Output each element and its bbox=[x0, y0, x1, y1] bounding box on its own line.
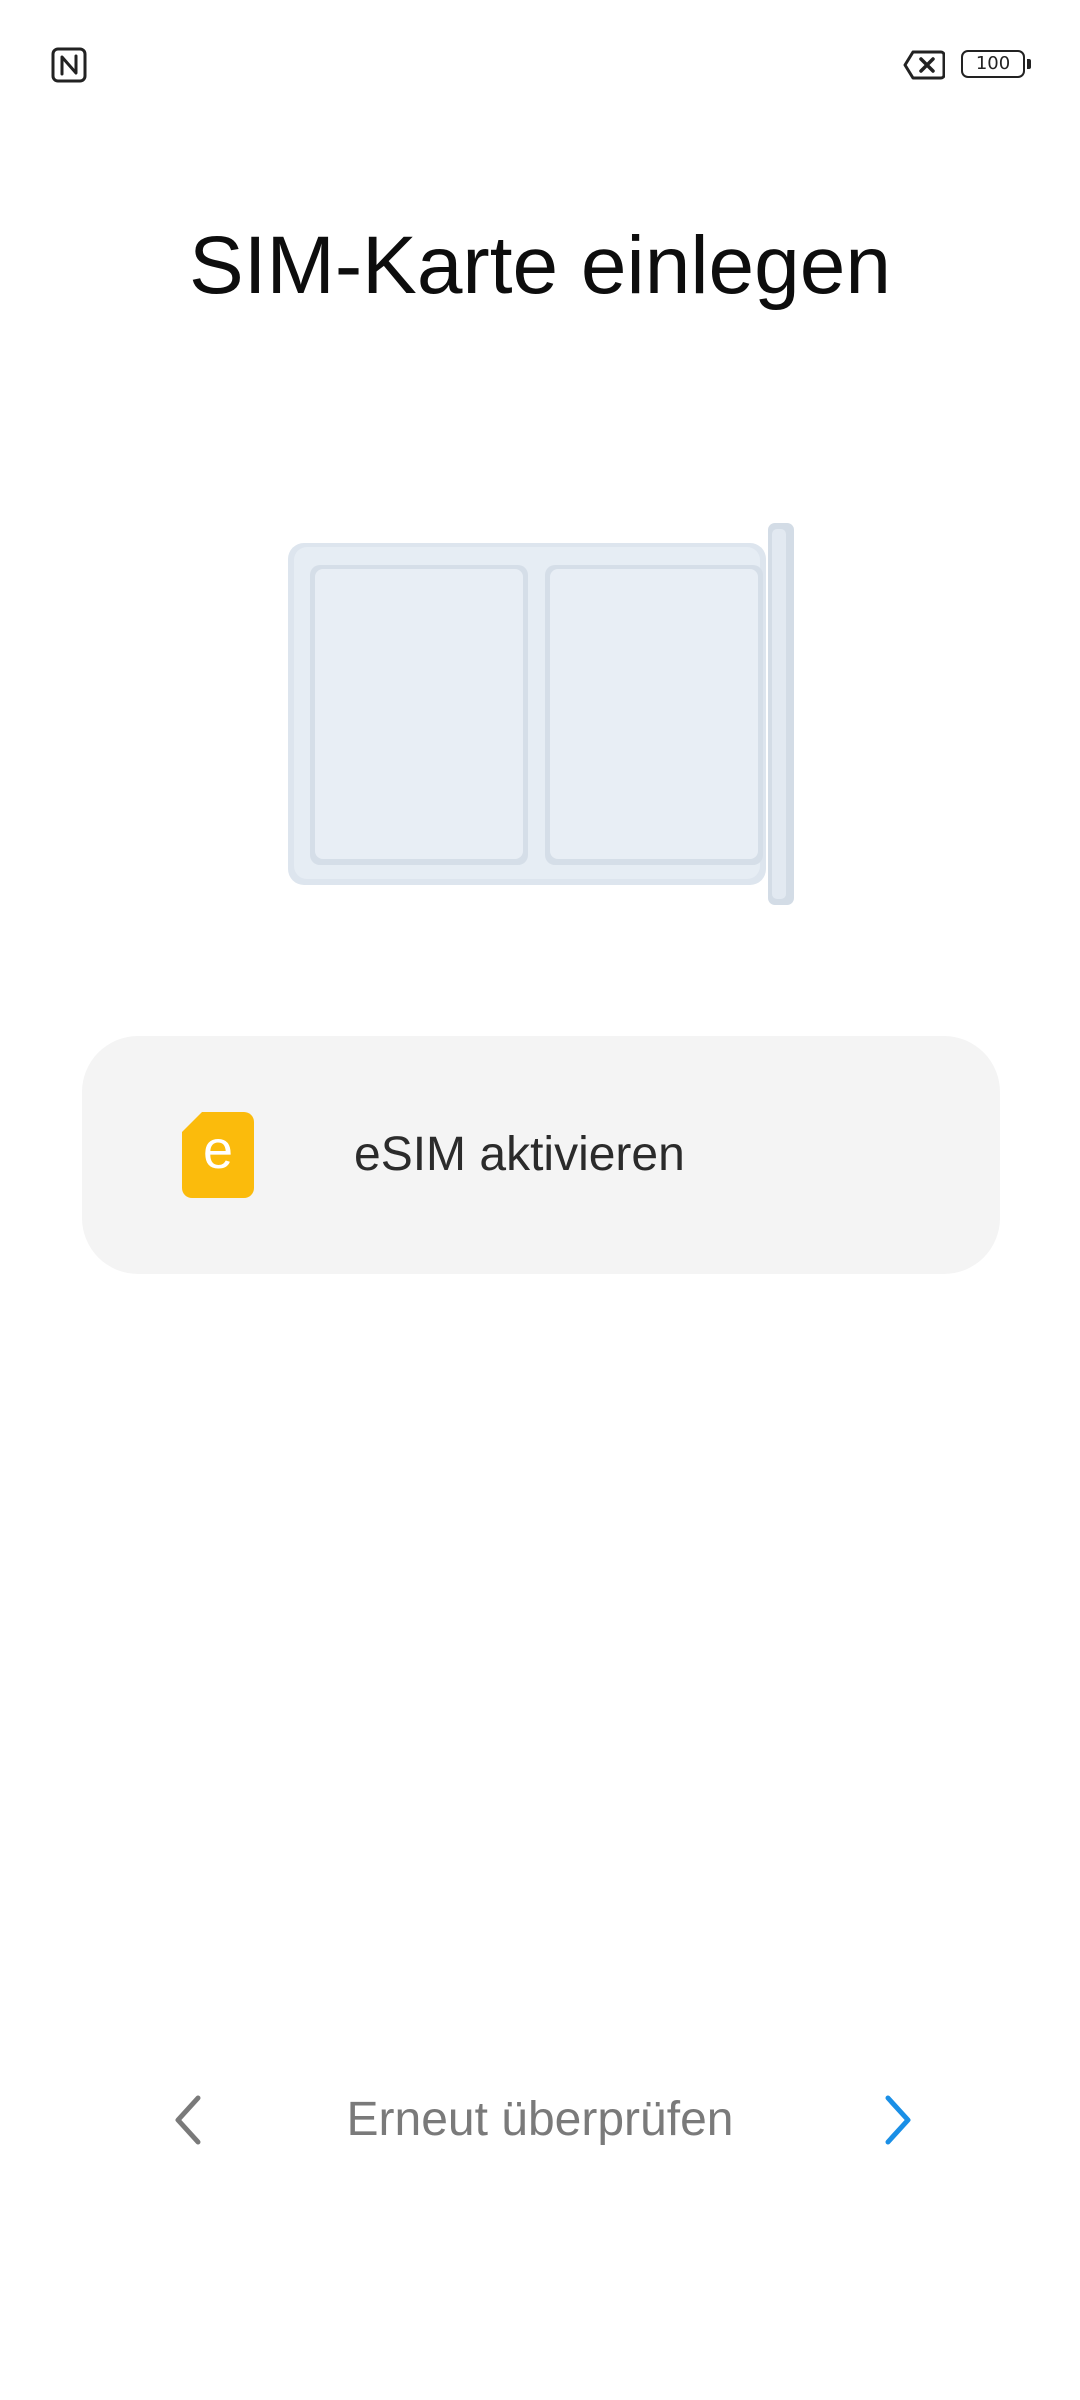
chevron-left-icon[interactable] bbox=[160, 2088, 220, 2152]
no-sim-icon bbox=[903, 50, 945, 80]
esim-icon: e bbox=[182, 1112, 254, 1198]
battery-tip bbox=[1027, 59, 1031, 69]
battery-body: 100 bbox=[961, 50, 1025, 78]
esim-activate-button[interactable]: e eSIM aktivieren bbox=[82, 1036, 1000, 1274]
page-title: SIM-Karte einlegen bbox=[189, 220, 891, 311]
battery-icon: 100 bbox=[961, 50, 1033, 80]
status-bar: 100 bbox=[0, 0, 1080, 130]
retry-button[interactable]: Erneut überprüfen bbox=[240, 2080, 840, 2160]
esim-label: eSIM aktivieren bbox=[354, 1128, 685, 1181]
sim-tray-illustration bbox=[288, 523, 794, 905]
chevron-right-icon[interactable] bbox=[866, 2088, 926, 2152]
esim-icon-letter: e bbox=[203, 1120, 233, 1180]
nfc-icon bbox=[51, 47, 87, 83]
battery-level: 100 bbox=[975, 53, 1011, 74]
bottom-navigation: Erneut überprüfen bbox=[0, 2080, 1080, 2160]
